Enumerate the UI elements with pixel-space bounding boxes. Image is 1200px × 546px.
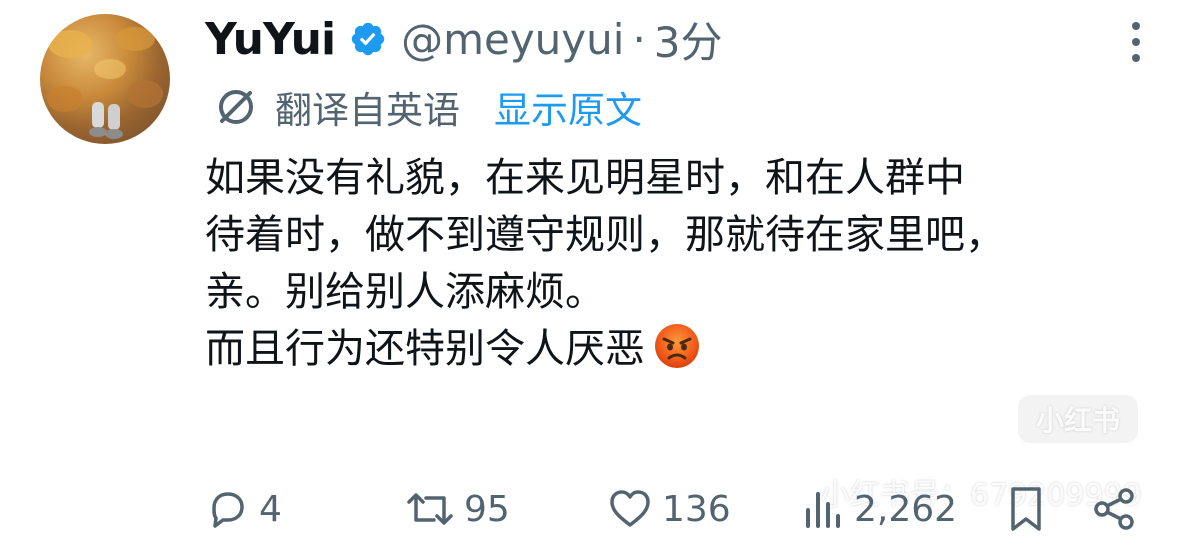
reply-button[interactable]: 4 [205,478,282,540]
like-button[interactable]: 136 [606,478,731,540]
views-icon [806,492,840,528]
views-count: 2,262 [854,488,958,530]
bookmark-icon [1011,487,1041,531]
display-name[interactable]: YuYui [205,14,336,65]
tweet-timestamp[interactable]: 3分 [654,9,723,70]
avatar[interactable] [40,14,170,144]
retweet-icon [407,493,453,525]
tweet-text-line: 而且行为还特别令人厌恶 [205,326,645,372]
tweet-text: 如果没有礼貌，在来见明星时，和在人群中 待着时，做不到遵守规则，那就待在家里吧，… [205,150,1165,378]
translated-from-label: 翻译自英语 [275,89,460,132]
tweet-text-line: 如果没有礼貌，在来见明星时，和在人群中 [205,155,965,201]
avatar-photo [47,27,163,139]
show-original-link[interactable]: 显示原文 [494,80,642,134]
header-separator: · [632,14,646,64]
reply-icon [212,492,244,528]
verified-badge-icon [349,20,387,58]
retweet-button[interactable]: 95 [404,478,510,540]
retweet-count: 95 [464,488,510,530]
tweet-header: YuYui @meyuyui · 3分 [205,10,723,68]
like-count: 136 [662,488,731,530]
tweet-text-line-with-emoji: 而且行为还特别令人厌恶 [205,321,1165,378]
share-button[interactable] [1092,478,1138,540]
reply-count: 4 [259,488,282,530]
tweet-text-line: 亲。别给别人添麻烦。 [205,269,605,315]
user-handle[interactable]: @meyuyui [401,15,624,64]
angry-face-icon [653,322,701,370]
heart-icon [610,490,650,527]
more-options-button[interactable] [1124,18,1148,66]
views-button[interactable]: 2,262 [800,478,957,540]
tweet-text-line: 待着时，做不到遵守规则，那就待在家里吧， [205,212,1005,258]
share-icon [1094,488,1134,530]
more-vertical-icon [1132,22,1140,62]
translation-bar: 翻译自英语 显示原文 [213,80,642,134]
watermark-badge: 小红书 [1018,395,1138,443]
bookmark-button[interactable] [1006,478,1046,540]
translate-icon [219,90,253,124]
tweet-actions-bar: 4 95 136 2,262 [0,478,1200,540]
